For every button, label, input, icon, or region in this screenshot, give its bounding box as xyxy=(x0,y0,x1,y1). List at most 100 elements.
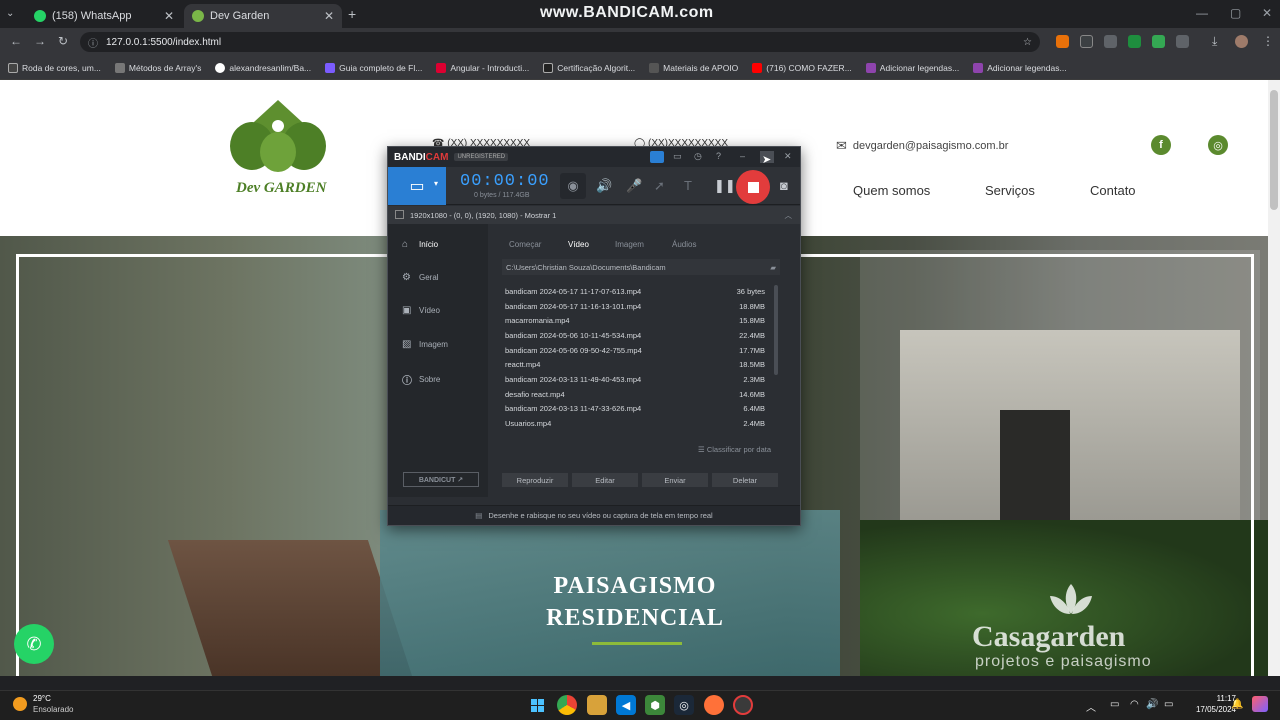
tray-overflow-chevron-icon[interactable]: ︿ xyxy=(1086,699,1096,714)
firefox-icon[interactable] xyxy=(704,695,724,715)
tab-whatsapp[interactable]: (158) WhatsApp ✕ xyxy=(26,4,182,28)
menu-kebab-icon[interactable]: ⋮ xyxy=(1262,34,1274,48)
close-window-icon[interactable]: ✕ xyxy=(1262,6,1272,20)
nav-contato[interactable]: Contato xyxy=(1090,183,1136,198)
list-item[interactable]: desafio react.mp4 14.6MB xyxy=(505,390,765,399)
battery-icon[interactable]: ▭ xyxy=(1164,699,1173,710)
chevron-up-icon[interactable]: ︿ xyxy=(785,210,793,221)
forward-icon[interactable]: → xyxy=(34,34,46,48)
play-button[interactable]: Reproduzir xyxy=(502,473,568,487)
page-scrollbar-thumb[interactable] xyxy=(1270,90,1278,210)
file-list-scrollbar[interactable] xyxy=(774,285,778,375)
list-item[interactable]: Usuarios.mp4 2.4MB xyxy=(505,419,765,428)
bandicam-footer[interactable]: ▤ Desenhe e rabisque no seu vídeo ou capt… xyxy=(388,505,800,525)
tab-video[interactable]: Vídeo xyxy=(568,240,589,249)
text-icon[interactable]: T xyxy=(684,178,692,193)
list-item[interactable]: bandicam 2024-05-06 10-11-45-534.mp4 22.4… xyxy=(505,331,765,340)
bandicam-titlebar[interactable]: BANDICAM UNREGISTERED xyxy=(388,147,800,167)
steam-icon[interactable]: ◎ xyxy=(674,695,694,715)
nav-servicos[interactable]: Serviços xyxy=(985,183,1035,198)
file-explorer-icon[interactable] xyxy=(587,695,607,715)
wifi-icon[interactable]: ◠ xyxy=(1130,699,1139,710)
close-tab-icon[interactable]: ✕ xyxy=(164,9,174,23)
nav-quem-somos[interactable]: Quem somos xyxy=(853,183,930,198)
tab-comecar[interactable]: Começar xyxy=(509,240,541,249)
bookmark-item[interactable]: Certificação Algorit... xyxy=(543,62,635,73)
bookmark-item[interactable]: Materiais de APOIO xyxy=(649,62,738,73)
sidebar-item-imagem[interactable]: ▨ Imagem xyxy=(402,339,448,350)
edit-button[interactable]: Editar xyxy=(572,473,638,487)
weather-desc[interactable]: Ensolarado xyxy=(33,705,73,714)
list-item[interactable]: bandicam 2024-05-17 11-16-13-101.mp4 18.8… xyxy=(505,302,765,311)
minimize-icon[interactable]: – xyxy=(740,151,745,161)
chrome-icon[interactable] xyxy=(557,695,577,715)
list-item[interactable]: bandicam 2024-03-13 11-49-40-453.mp4 2.3M… xyxy=(505,375,765,384)
close-tab-icon[interactable]: ✕ xyxy=(324,9,334,23)
webcam-icon[interactable]: ◉ xyxy=(560,173,586,199)
weather-temp[interactable]: 29°C xyxy=(33,694,51,703)
bookmark-item[interactable]: (716) COMO FAZER... xyxy=(752,62,852,73)
site-info-icon[interactable]: ⓘ xyxy=(88,35,98,50)
lock-icon[interactable] xyxy=(650,151,664,163)
folder-icon[interactable]: ▭ xyxy=(673,151,682,162)
speaker-icon[interactable]: 🔊 xyxy=(596,178,612,194)
microphone-icon[interactable]: 🎤 xyxy=(626,178,642,194)
sidebar-item-video[interactable]: ▣ Vídeo xyxy=(402,305,440,316)
bookmark-item[interactable]: alexandresanlim/Ba... xyxy=(215,62,311,73)
chevron-down-icon[interactable]: ▾ xyxy=(434,179,438,188)
volume-icon[interactable]: 🔊 xyxy=(1146,699,1158,710)
tab-dev-garden[interactable]: Dev Garden ✕ xyxy=(184,4,342,28)
new-tab-button[interactable]: + xyxy=(348,6,356,22)
cursor-icon[interactable]: ➚ xyxy=(654,178,665,194)
bookmark-item[interactable]: Adicionar legendas... xyxy=(973,62,1067,73)
tab-imagem[interactable]: Imagem xyxy=(615,240,644,249)
minimize-icon[interactable]: — xyxy=(1196,6,1208,20)
whatsapp-float-button[interactable]: ✆ xyxy=(14,624,54,664)
screenshot-camera-icon[interactable]: ◙ xyxy=(780,178,788,193)
list-item[interactable]: bandicam 2024-05-06 09-50-42-755.mp4 17.7… xyxy=(505,346,765,355)
sidebar-item-geral[interactable]: ⚙ Geral xyxy=(402,272,439,283)
extension-new-icon[interactable] xyxy=(1080,35,1093,48)
sidebar-item-sobre[interactable]: ⓘ Sobre xyxy=(402,372,440,387)
reload-icon[interactable]: ↻ xyxy=(58,34,68,48)
devgarden-logo-icon[interactable] xyxy=(230,94,326,174)
bandicam-taskbar-icon[interactable] xyxy=(733,695,753,715)
stop-record-button[interactable] xyxy=(736,170,770,204)
download-icon[interactable]: ⤓ xyxy=(1212,34,1217,49)
profile-avatar[interactable] xyxy=(1235,35,1248,48)
weather-sun-icon[interactable] xyxy=(13,697,27,711)
list-item[interactable]: macarromania.mp4 15.8MB xyxy=(505,316,765,325)
list-item[interactable]: reactt.mp4 18.5MB xyxy=(505,360,765,369)
vscode-icon[interactable]: ◀ xyxy=(616,695,636,715)
output-folder-path[interactable]: C:\Users\Christian Souza\Documents\Bandi… xyxy=(502,259,780,275)
pause-icon[interactable]: ❚❚ xyxy=(714,178,736,194)
help-icon[interactable]: ? xyxy=(716,151,721,161)
notification-bell-icon[interactable]: 🔔 xyxy=(1231,699,1243,710)
start-windows-icon[interactable] xyxy=(527,695,547,715)
list-item[interactable]: bandicam 2024-05-17 11-17-07-613.mp4 36 b… xyxy=(505,287,765,296)
bookmark-item[interactable]: Adicionar legendas... xyxy=(865,62,959,73)
sidebar-item-inicio[interactable]: ⌂ Início xyxy=(402,239,438,250)
capture-area-info[interactable]: 1920x1080 - (0, 0), (1920, 1080) - Mostr… xyxy=(388,206,800,224)
contact-email[interactable]: ✉ devgarden@paisagismo.com.br xyxy=(836,138,1008,154)
instagram-icon[interactable]: ◎ xyxy=(1208,135,1228,155)
sort-by-date-button[interactable]: ☰ Classificar por data xyxy=(698,445,771,454)
maximize-icon[interactable]: ▢ xyxy=(1230,6,1241,20)
extensions-puzzle-icon[interactable] xyxy=(1176,35,1189,48)
nodejs-icon[interactable]: ⬢ xyxy=(645,695,665,715)
open-folder-icon[interactable]: ▰ xyxy=(770,263,776,272)
bookmark-item[interactable]: Guia completo de Fl... xyxy=(325,62,422,73)
clock-date[interactable]: 17/05/2024 xyxy=(1180,705,1236,714)
back-icon[interactable]: ← xyxy=(10,34,22,48)
bookmark-item[interactable]: Métodos de Array's xyxy=(114,62,201,73)
extension-fox-icon[interactable] xyxy=(1056,35,1069,48)
extension-green-icon[interactable] xyxy=(1128,35,1141,48)
bookmark-item[interactable]: Angular - Introducti... xyxy=(436,62,529,73)
extension-pen-icon[interactable] xyxy=(1152,35,1165,48)
list-item[interactable]: bandicam 2024-03-13 11-47-33-626.mp4 6.4M… xyxy=(505,404,765,413)
copilot-icon[interactable] xyxy=(1252,696,1268,712)
tab-search-icon[interactable]: ⌄ xyxy=(6,8,14,19)
capture-area-checkbox[interactable] xyxy=(395,210,404,219)
tray-app-icon[interactable]: ▭ xyxy=(1110,699,1119,710)
upload-button[interactable]: Enviar xyxy=(642,473,708,487)
